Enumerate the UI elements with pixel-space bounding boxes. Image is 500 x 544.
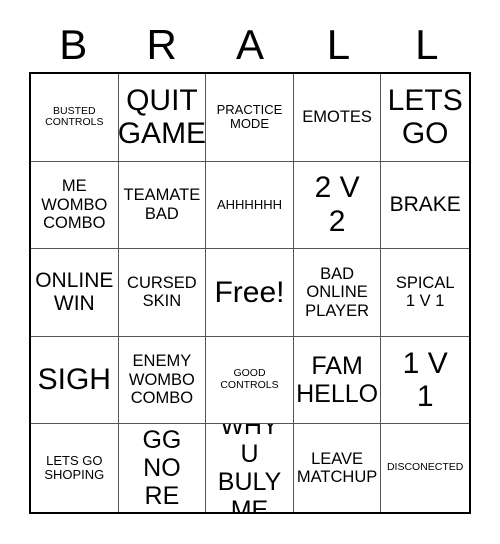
bingo-cell-r5c3[interactable]: WHY U BULY ME <box>206 424 294 512</box>
bingo-cell-r3c4[interactable]: BAD ONLINE PLAYER <box>293 249 382 337</box>
bingo-cell-r5c5[interactable]: DISCONECTED <box>381 424 469 512</box>
bingo-cell-r4c2[interactable]: ENEMY WOMBO COMBO <box>118 336 207 425</box>
bingo-cell-r1c4[interactable]: EMOTES <box>293 74 382 162</box>
bingo-cell-r5c2[interactable]: GG NO RE <box>118 424 207 512</box>
bingo-cell-r3c2[interactable]: CURSED SKIN <box>118 249 207 337</box>
bingo-cell-r2c2[interactable]: TEAMATE BAD <box>118 161 207 250</box>
bingo-grid: BUSTED CONTROLS QUIT GAME PRACTICE MODE … <box>29 72 471 514</box>
header-letter-5: L <box>415 21 439 68</box>
bingo-cell-r2c3[interactable]: AHHHHHH <box>206 161 294 250</box>
bingo-cell-r5c4[interactable]: LEAVE MATCHUP <box>293 424 382 512</box>
bingo-cell-r2c5[interactable]: BRAKE <box>381 161 469 250</box>
bingo-header-row: B R A L L <box>29 18 471 72</box>
header-letter-2: R <box>146 21 177 68</box>
bingo-cell-r4c5[interactable]: 1 V 1 <box>381 336 469 425</box>
bingo-cell-r1c3[interactable]: PRACTICE MODE <box>206 74 294 162</box>
bingo-cell-r1c5[interactable]: LETS GO <box>381 74 469 162</box>
bingo-cell-free-space[interactable]: Free! <box>206 249 294 337</box>
bingo-cell-r1c1[interactable]: BUSTED CONTROLS <box>31 74 119 162</box>
bingo-cell-r4c3[interactable]: GOOD CONTROLS <box>206 336 294 425</box>
bingo-cell-r4c1[interactable]: SIGH <box>31 336 119 425</box>
bingo-cell-r3c5[interactable]: SPICAL 1 V 1 <box>381 249 469 337</box>
bingo-cell-r3c1[interactable]: ONLINE WIN <box>31 249 119 337</box>
bingo-card: B R A L L BUSTED CONTROLS QUIT GAME PRAC… <box>0 0 500 544</box>
bingo-cell-r5c1[interactable]: LETS GO SHOPING <box>31 424 119 512</box>
bingo-cell-r2c1[interactable]: ME WOMBO COMBO <box>31 161 119 250</box>
header-letter-4: L <box>326 21 351 68</box>
header-letter-1: B <box>59 21 88 68</box>
bingo-cell-r4c4[interactable]: FAM HELLO <box>293 336 382 425</box>
bingo-cell-r2c4[interactable]: 2 V 2 <box>293 161 382 250</box>
header-letter-3: A <box>236 21 265 68</box>
bingo-cell-r1c2[interactable]: QUIT GAME <box>118 74 207 162</box>
